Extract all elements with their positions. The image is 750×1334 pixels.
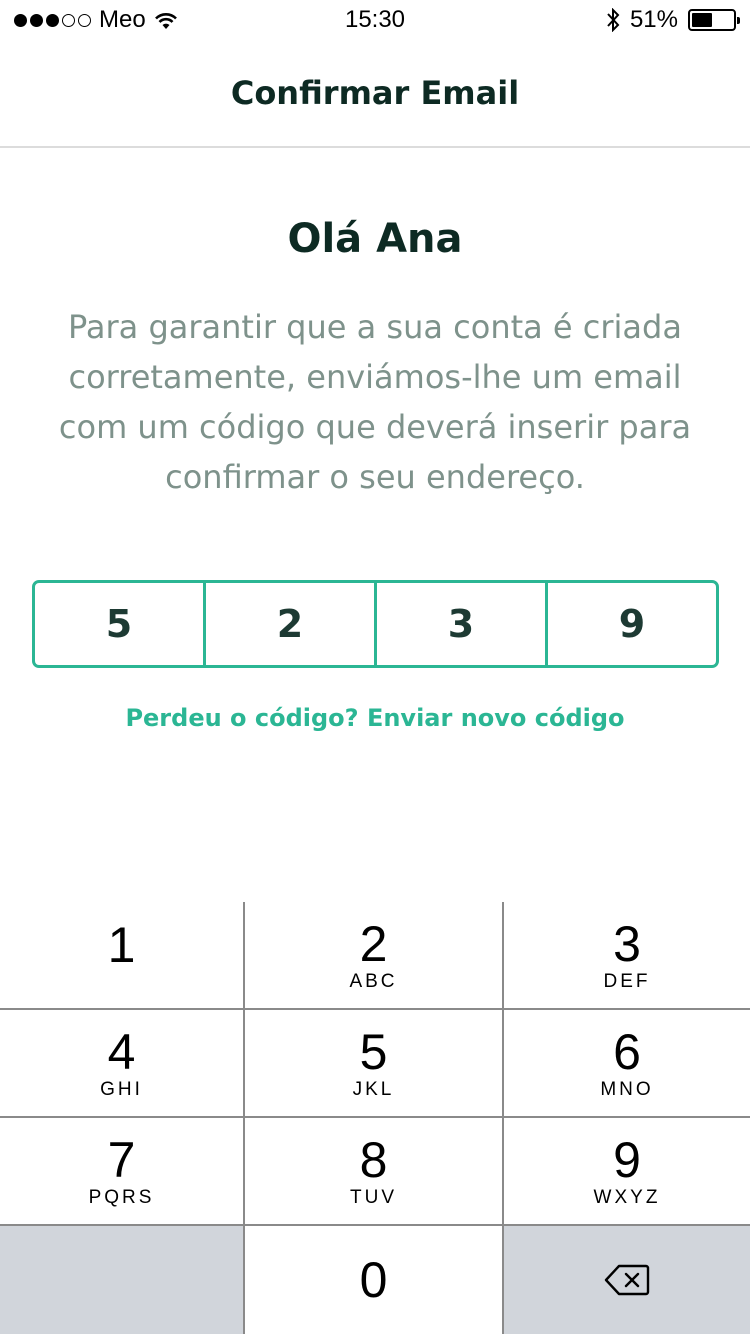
instructions-text: Para garantir que a sua conta é criada c…: [58, 308, 692, 496]
code-digit[interactable]: 2: [206, 583, 377, 665]
key-9[interactable]: 9 WXYZ: [504, 1118, 750, 1226]
backspace-icon: [604, 1264, 650, 1296]
key-number: 3: [613, 916, 641, 972]
key-letters: GHI: [100, 1079, 143, 1100]
bluetooth-icon: [607, 8, 620, 32]
key-number: 5: [359, 1024, 388, 1080]
key-letters: JKL: [352, 1079, 395, 1100]
numeric-keypad: 1 2 ABC 3 DEF 4 GHI 5 JKL 6 MNO 7 PQRS 8…: [0, 902, 750, 1334]
key-6[interactable]: 6 MNO: [504, 1010, 750, 1118]
key-5[interactable]: 5 JKL: [245, 1010, 504, 1118]
greeting-heading: Olá Ana: [287, 216, 463, 262]
key-7[interactable]: 7 PQRS: [0, 1118, 245, 1226]
battery-percent: 51%: [629, 6, 678, 33]
key-letters: ABC: [349, 971, 398, 992]
code-digit[interactable]: 9: [548, 583, 716, 665]
key-4[interactable]: 4 GHI: [0, 1010, 245, 1118]
resend-code-link[interactable]: Perdeu o código? Enviar novo código: [0, 704, 750, 732]
key-number: 6: [613, 1024, 641, 1080]
key-letters: DEF: [603, 971, 651, 992]
key-1[interactable]: 1: [0, 902, 245, 1010]
status-right: 51%: [606, 6, 740, 34]
key-number: 7: [107, 1132, 136, 1188]
key-number: 2: [359, 916, 388, 972]
status-bar: Meo 15:30 51%: [0, 0, 750, 40]
key-3[interactable]: 3 DEF: [504, 902, 750, 1010]
key-letters: TUV: [350, 1187, 397, 1208]
navigation-bar: Confirmar Email: [0, 40, 750, 148]
delete-key[interactable]: [504, 1226, 750, 1334]
key-number: 8: [359, 1132, 388, 1188]
verification-code-input[interactable]: 5 2 3 9: [32, 580, 719, 668]
key-number: 0: [359, 1252, 388, 1308]
nav-title: Confirmar Email: [230, 74, 520, 112]
key-letters: WXYZ: [593, 1187, 661, 1208]
code-digit[interactable]: 3: [377, 583, 548, 665]
key-8[interactable]: 8 TUV: [245, 1118, 504, 1226]
code-digit[interactable]: 5: [35, 583, 206, 665]
key-2[interactable]: 2 ABC: [245, 902, 504, 1010]
battery-icon: [688, 9, 740, 31]
key-number: 4: [107, 1024, 136, 1080]
key-letters: PQRS: [88, 1187, 155, 1208]
key-number: 1: [107, 917, 136, 973]
key-blank: [0, 1226, 245, 1334]
key-0[interactable]: 0: [245, 1226, 504, 1334]
key-number: 9: [613, 1132, 641, 1188]
key-letters: MNO: [600, 1079, 654, 1100]
